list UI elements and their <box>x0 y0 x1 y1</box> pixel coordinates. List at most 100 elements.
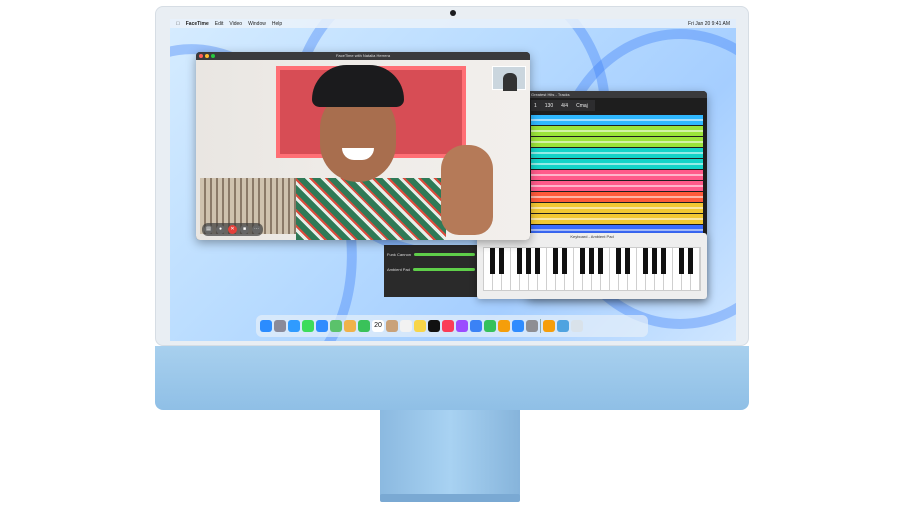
notes-icon[interactable] <box>414 320 426 332</box>
black-key[interactable] <box>553 248 558 274</box>
volume-slider[interactable] <box>414 252 475 256</box>
dock-separator <box>540 319 541 333</box>
black-key[interactable] <box>598 248 603 274</box>
garageband-title: Greatest Hits - Tracks <box>527 91 707 98</box>
dock: 20 <box>256 315 648 337</box>
keyboard-window[interactable]: Keyboard - Ambient Pad <box>477 233 707 299</box>
black-key[interactable] <box>535 248 540 274</box>
reminders-icon[interactable] <box>400 320 412 332</box>
black-key[interactable] <box>490 248 495 274</box>
caller-beanie <box>312 65 404 107</box>
display-chin <box>155 346 749 410</box>
black-key[interactable] <box>661 248 666 274</box>
apple-icon[interactable]:  <box>176 21 180 27</box>
window-controls <box>199 54 215 58</box>
lcd-display: 1 130 4/4 Cmaj <box>531 100 595 111</box>
track-region[interactable] <box>531 192 703 202</box>
lcd-tempo: 130 <box>544 102 554 109</box>
garageband-icon[interactable] <box>543 320 555 332</box>
sidebar-icon[interactable]: ▤ <box>204 225 213 234</box>
safari-icon[interactable] <box>288 320 300 332</box>
downloads-icon[interactable] <box>557 320 569 332</box>
settings-icon[interactable] <box>526 320 538 332</box>
facetime-icon[interactable] <box>358 320 370 332</box>
track-region[interactable] <box>531 115 703 125</box>
menu-video[interactable]: Video <box>229 21 242 27</box>
facetime-title: FaceTime with Natalia Herrera <box>196 52 530 60</box>
messages-icon[interactable] <box>302 320 314 332</box>
facetime-title-text: FaceTime with Natalia Herrera <box>335 53 391 58</box>
black-key[interactable] <box>562 248 567 274</box>
menubar-clock[interactable]: Fri Jan 20 9:41 AM <box>688 21 730 27</box>
black-key[interactable] <box>499 248 504 274</box>
menu-bar:  FaceTime Edit Video Window Help Fri Ja… <box>170 19 736 28</box>
podcasts-icon[interactable] <box>456 320 468 332</box>
black-key[interactable] <box>580 248 585 274</box>
lcd-time-signature: 4/4 <box>561 102 569 109</box>
facetime-window[interactable]: FaceTime with Natalia Herrera ▤ ● ✕ ■ ⋯ <box>196 52 530 240</box>
black-key[interactable] <box>517 248 522 274</box>
caller-shirt <box>296 178 446 240</box>
camera-icon[interactable]: ■ <box>240 225 249 234</box>
contacts-icon[interactable] <box>386 320 398 332</box>
black-key[interactable] <box>616 248 621 274</box>
imac-stand <box>380 410 520 498</box>
lcd-bar: 1 <box>534 102 537 109</box>
black-key[interactable] <box>652 248 657 274</box>
black-key[interactable] <box>589 248 594 274</box>
microphone-icon[interactable]: ● <box>216 225 225 234</box>
black-key[interactable] <box>643 248 648 274</box>
stand-foot <box>380 494 520 502</box>
app-store-icon[interactable] <box>512 320 524 332</box>
track-region[interactable] <box>531 203 703 213</box>
mixer-track-label: Funk Cannon <box>387 251 412 257</box>
mixer-track[interactable]: Ambient Pad <box>387 263 475 275</box>
black-key[interactable] <box>526 248 531 274</box>
track-region[interactable] <box>531 126 703 136</box>
call-controls: ▤ ● ✕ ■ ⋯ <box>202 223 263 236</box>
minimize-button[interactable] <box>205 54 209 58</box>
track-region[interactable] <box>531 214 703 224</box>
music-icon[interactable] <box>442 320 454 332</box>
volume-slider[interactable] <box>412 267 475 271</box>
close-button[interactable] <box>199 54 203 58</box>
self-view[interactable] <box>492 66 526 91</box>
end-call-button[interactable]: ✕ <box>228 225 237 234</box>
black-key[interactable] <box>625 248 630 274</box>
lcd-key: Cmaj <box>576 102 588 109</box>
menu-window[interactable]: Window <box>248 21 266 27</box>
track-region[interactable] <box>531 181 703 191</box>
black-key[interactable] <box>688 248 693 274</box>
pages-icon[interactable] <box>498 320 510 332</box>
track-region[interactable] <box>531 137 703 147</box>
display-bezel:  FaceTime Edit Video Window Help Fri Ja… <box>155 6 749 346</box>
trash-icon[interactable] <box>571 320 583 332</box>
tv-icon[interactable] <box>428 320 440 332</box>
maps-icon[interactable] <box>330 320 342 332</box>
menu-edit[interactable]: Edit <box>215 21 224 27</box>
video-feed: ▤ ● ✕ ■ ⋯ <box>196 60 530 240</box>
numbers-icon[interactable] <box>484 320 496 332</box>
photos-icon[interactable] <box>344 320 356 332</box>
mixer-track[interactable]: Funk Cannon <box>387 248 475 260</box>
more-icon[interactable]: ⋯ <box>252 225 261 234</box>
calendar-icon[interactable]: 20 <box>372 320 384 332</box>
finder-icon[interactable] <box>260 320 272 332</box>
track-region[interactable] <box>531 148 703 158</box>
caller-hand <box>441 145 493 235</box>
black-key[interactable] <box>679 248 684 274</box>
mail-icon[interactable] <box>316 320 328 332</box>
piano-keys[interactable] <box>483 247 701 291</box>
mixer-panel: Funk Cannon Ambient Pad <box>384 245 478 297</box>
desktop-screen:  FaceTime Edit Video Window Help Fri Ja… <box>170 19 736 341</box>
track-region[interactable] <box>531 159 703 169</box>
app-menu[interactable]: FaceTime <box>186 21 209 27</box>
zoom-button[interactable] <box>211 54 215 58</box>
mixer-track-label: Ambient Pad <box>387 266 410 272</box>
menu-help[interactable]: Help <box>272 21 282 27</box>
imac:  FaceTime Edit Video Window Help Fri Ja… <box>155 6 749 410</box>
launchpad-icon[interactable] <box>274 320 286 332</box>
keynote-icon[interactable] <box>470 320 482 332</box>
camera <box>450 10 456 16</box>
track-region[interactable] <box>531 170 703 180</box>
